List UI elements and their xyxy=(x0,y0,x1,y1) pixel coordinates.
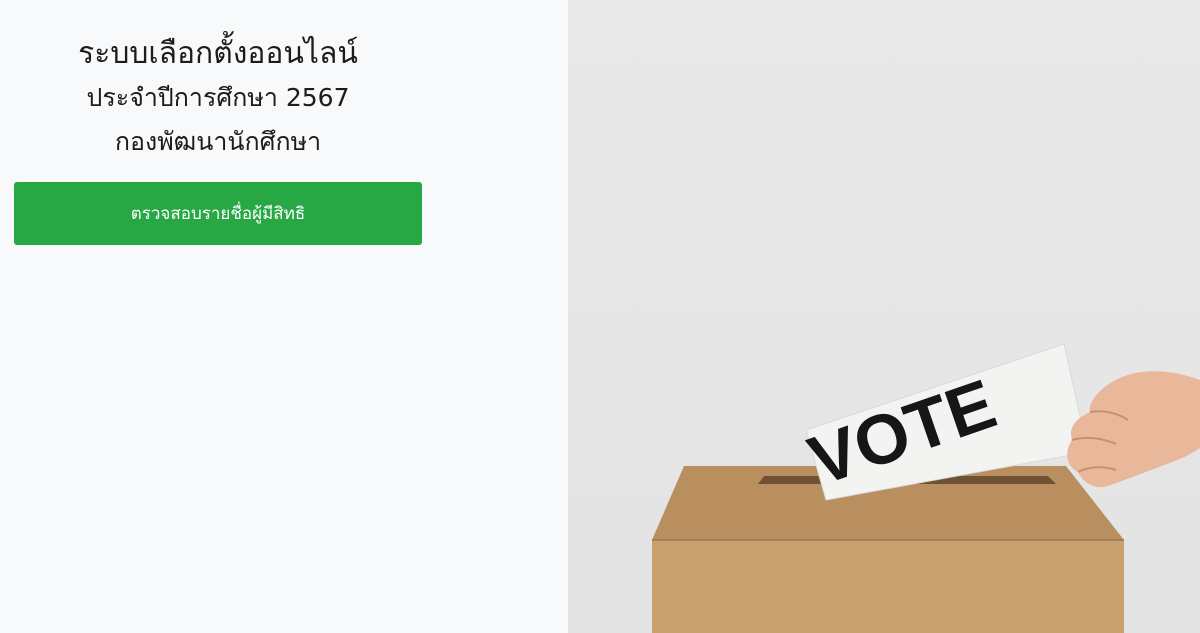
page: ระบบเลือกตั้งออนไลน์ ประจำปีการศึกษา 256… xyxy=(0,0,1200,633)
check-eligible-voters-button[interactable]: ตรวจสอบรายชื่อผู้มีสิทธิ xyxy=(14,182,422,245)
organization-name: กองพัฒนานักศึกษา xyxy=(114,127,322,156)
hero-image: VOTE xyxy=(568,0,1200,633)
ballot-box-illustration: VOTE xyxy=(652,343,1200,633)
box-front xyxy=(652,540,1124,633)
hand xyxy=(1067,371,1200,488)
page-subtitle: ประจำปีการศึกษา 2567 xyxy=(86,83,350,112)
left-panel: ระบบเลือกตั้งออนไลน์ ประจำปีการศึกษา 256… xyxy=(0,0,568,633)
page-title: ระบบเลือกตั้งออนไลน์ xyxy=(78,36,358,71)
